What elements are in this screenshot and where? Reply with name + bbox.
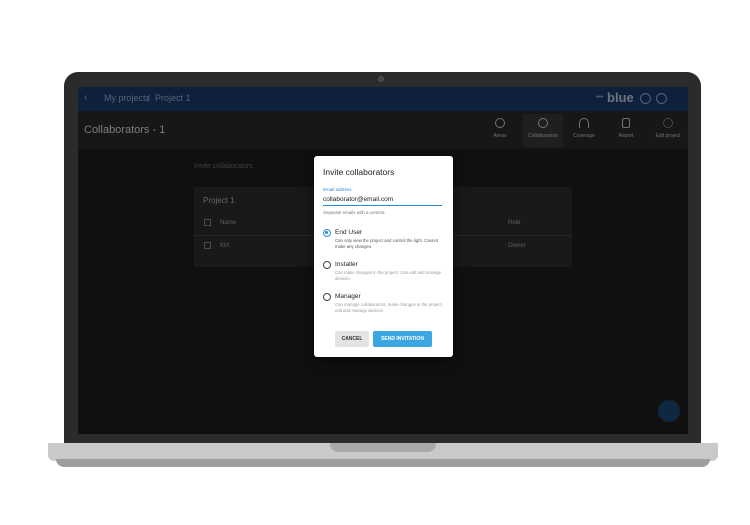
- radio-end-user[interactable]: [323, 229, 331, 237]
- laptop-base-bottom: [56, 459, 710, 467]
- role-description: Can make changes in the project. Can edi…: [335, 270, 442, 281]
- send-invitation-button[interactable]: SEND INVITATION: [373, 331, 432, 347]
- email-input[interactable]: [323, 194, 442, 206]
- email-help-text: Separate emails with a comma: [323, 210, 385, 215]
- dialog-title: Invite collaborators: [323, 167, 395, 177]
- role-name: Manager: [335, 293, 361, 300]
- radio-installer[interactable]: [323, 261, 331, 269]
- role-name: Installer: [335, 261, 358, 268]
- role-name: End User: [335, 229, 363, 236]
- role-description: Can manage collaborators, make changes i…: [335, 302, 443, 313]
- invite-collaborators-dialog: Invite collaborators Email address Separ…: [314, 156, 453, 357]
- email-label: Email address: [323, 187, 352, 192]
- cancel-button[interactable]: CANCEL: [335, 331, 369, 347]
- laptop-notch: [330, 443, 436, 452]
- camera-icon: [378, 76, 384, 82]
- role-description: Can only view the project and control th…: [335, 238, 438, 249]
- radio-manager[interactable]: [323, 293, 331, 301]
